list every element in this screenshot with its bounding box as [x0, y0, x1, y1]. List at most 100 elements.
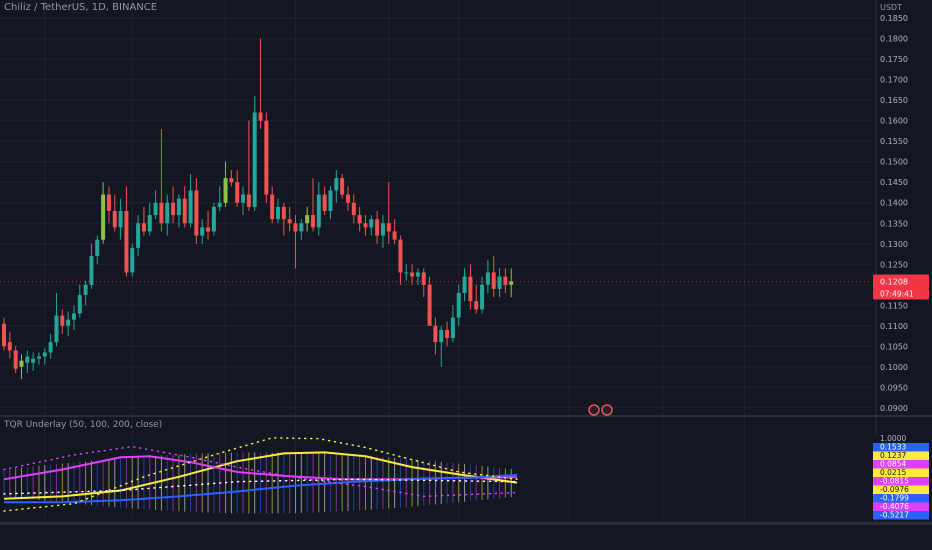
candle-body [66, 319, 71, 326]
candle-body [54, 315, 59, 343]
candle-body [322, 194, 327, 211]
candle-body [369, 219, 374, 228]
candle-body [480, 284, 485, 310]
candle-body [421, 272, 426, 285]
price-axis-tick-label: 0.1500 [880, 158, 908, 167]
event-marker-icon[interactable] [588, 404, 600, 416]
candle-body [345, 194, 350, 203]
candle-body [112, 210, 117, 228]
price-axis-tick-label: 0.1150 [880, 301, 908, 310]
candle-body [503, 276, 508, 285]
candle-body [200, 227, 205, 236]
candle-body [392, 231, 397, 240]
candle-body [264, 120, 269, 195]
candle-body [375, 219, 380, 236]
bottom-toolbar [0, 525, 932, 550]
candle-body [363, 223, 368, 228]
candle-body [497, 276, 502, 289]
candle-body [176, 198, 181, 216]
candle-body [462, 276, 467, 293]
candle-body [445, 329, 450, 339]
candle-body [485, 272, 490, 285]
candle-body [165, 202, 170, 224]
candle-body [19, 360, 24, 367]
price-axis-tick-label: 0.1400 [880, 199, 908, 208]
candle-body [252, 112, 257, 207]
candle-body [42, 352, 47, 357]
candle-body [281, 206, 286, 220]
candle-body [206, 227, 211, 232]
candle-body [217, 202, 222, 207]
candle-body [77, 295, 82, 314]
price-axis-tick-label: 0.1350 [880, 219, 908, 228]
candle-body [509, 281, 514, 285]
price-axis-tick-label: 0.1800 [880, 35, 908, 44]
candle-body [456, 292, 461, 318]
price-axis-tick-label: 0.1050 [880, 342, 908, 351]
price-axis-tick-label: 0.1850 [880, 14, 908, 23]
candle-body [118, 210, 123, 228]
candle-body [427, 284, 432, 326]
price-axis-tick-label: 0.1250 [880, 260, 908, 269]
candle-body [136, 223, 141, 248]
candle-body [305, 215, 310, 224]
candle-body [450, 317, 455, 339]
candle-body [229, 178, 234, 183]
candle-body [141, 223, 146, 232]
candle-body [276, 206, 281, 220]
candle-body [270, 194, 275, 220]
candle-body [124, 210, 129, 273]
candle-body [101, 194, 106, 240]
price-chart-canvas[interactable]: 0.1850 0.1800 0.1750 0.1700 0.1650 0.1600 0.15… [0, 0, 932, 550]
candle-body [60, 315, 65, 326]
candle-body [7, 342, 12, 351]
candle-body [404, 272, 409, 274]
candle-body [223, 178, 228, 203]
candle-body [89, 256, 94, 285]
indicator-title[interactable]: TQR Underlay (50, 100, 200, close) [4, 420, 162, 430]
candle-body [380, 223, 385, 236]
candle-body [316, 194, 321, 228]
candle-body [241, 194, 246, 203]
candle-body [182, 198, 187, 224]
candle-body [83, 284, 88, 296]
price-axis-tick-label: 0.1450 [880, 178, 908, 187]
currency-label: USDT [880, 3, 902, 12]
candle-body [159, 202, 164, 224]
tradingview-chart-window: 0.1850 0.1800 0.1750 0.1700 0.1650 0.1600 0.15… [0, 0, 932, 550]
candle-body [171, 202, 176, 216]
candle-body [334, 178, 339, 191]
candle-body [357, 215, 362, 224]
candle-body [2, 323, 6, 347]
candle-body [147, 215, 152, 232]
price-axis-tick-label: 0.1300 [880, 240, 908, 249]
candle-body [310, 215, 315, 228]
indicator-value-label: -0.5217 [880, 511, 909, 520]
candle-body [351, 202, 356, 216]
candle-body [95, 239, 100, 257]
candle-body [491, 272, 496, 289]
price-axis-tick-label: 0.0900 [880, 404, 908, 413]
countdown-label: 07:49:41 [880, 289, 914, 298]
candle-body [211, 206, 216, 232]
event-marker-icon[interactable] [601, 404, 613, 416]
candle-body [398, 239, 403, 273]
candle-body [410, 272, 415, 277]
candle-body [299, 223, 304, 232]
candle-body [48, 342, 53, 353]
price-axis-tick-label: 0.1000 [880, 363, 908, 372]
candle-body [194, 190, 199, 236]
candle-body [188, 190, 193, 224]
candle-body [36, 356, 41, 359]
price-axis-tick-label: 0.1600 [880, 117, 908, 126]
candle-body [439, 329, 444, 343]
candle-body [25, 356, 30, 363]
candle-body [468, 276, 473, 302]
candle-body [474, 301, 479, 310]
price-axis-tick-label: 0.1700 [880, 76, 908, 85]
candle-body [293, 223, 298, 232]
candle-body [340, 178, 345, 195]
price-axis-tick-label: 0.1750 [880, 55, 908, 64]
candle-body [71, 313, 76, 320]
symbol-title[interactable]: Chiliz / TetherUS, 1D, BINANCE [4, 2, 157, 13]
